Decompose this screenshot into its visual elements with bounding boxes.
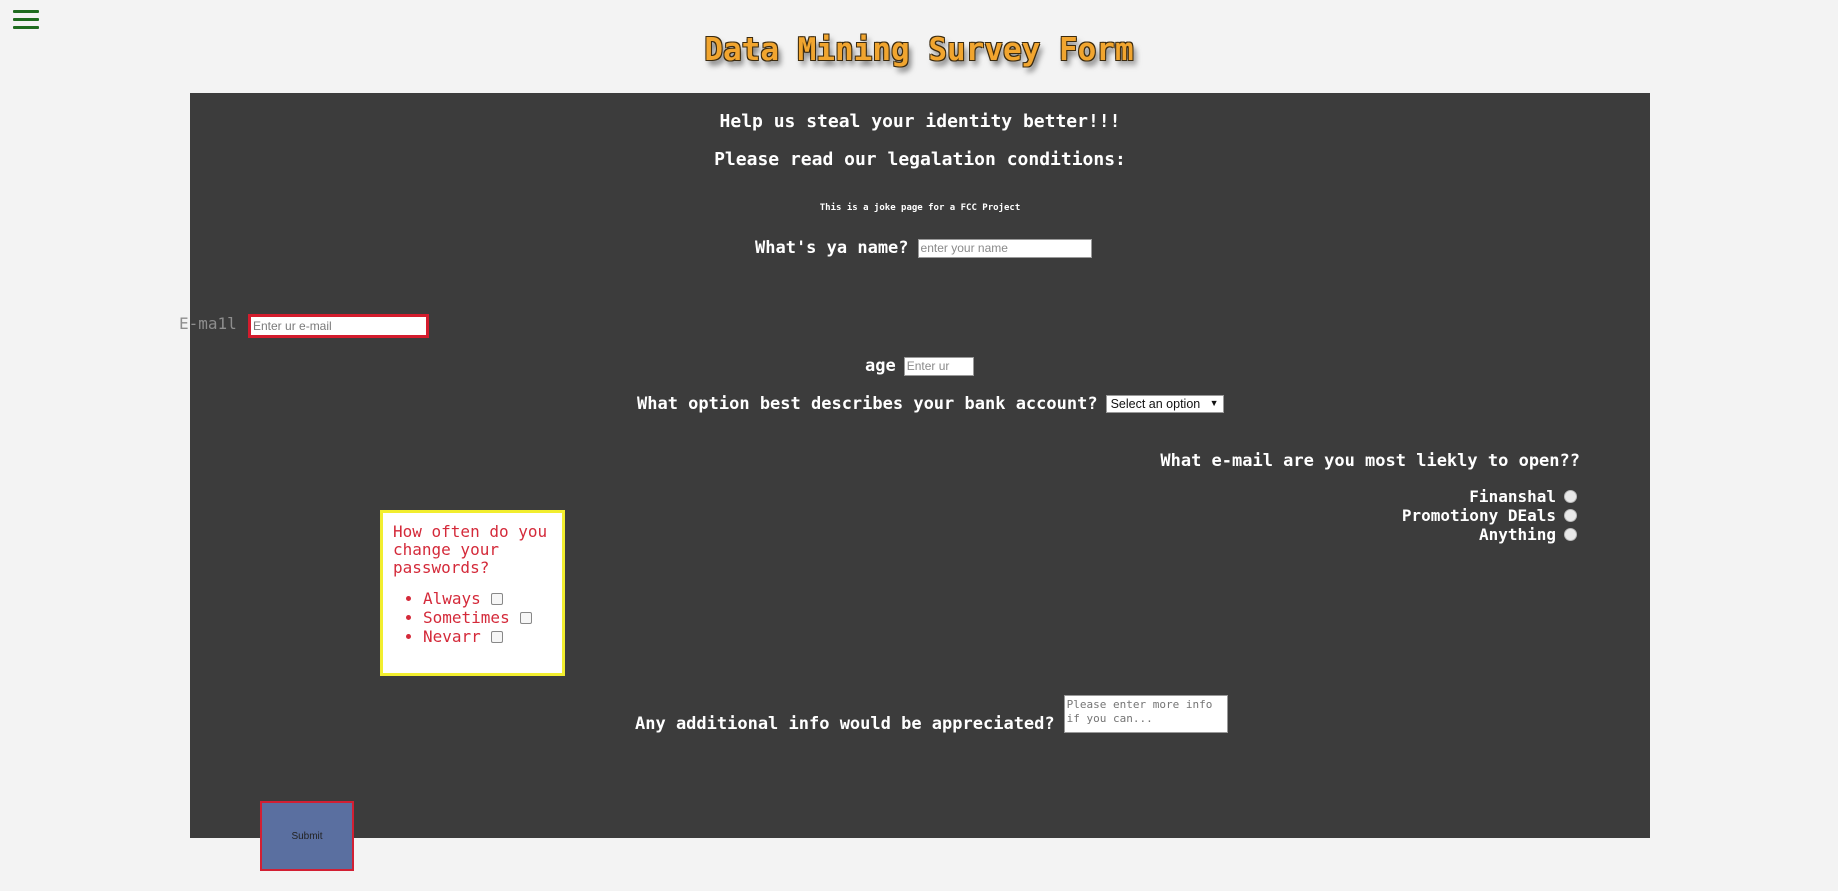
age-label: age xyxy=(865,356,896,376)
radio-label: Finanshal xyxy=(1469,487,1556,506)
radio-option-anything[interactable]: Anything xyxy=(1479,525,1577,544)
list-item: Sometimes xyxy=(423,608,552,627)
email-label: E-ma1l xyxy=(179,314,237,333)
checkbox-label: Nevarr xyxy=(423,627,481,646)
intro-line-2: Please read our legalation conditions: xyxy=(714,149,1126,170)
bank-row: What option best describes your bank acc… xyxy=(637,394,1224,414)
dropdown-arrow-icon: ▼ xyxy=(1209,398,1219,408)
hamburger-menu-icon[interactable] xyxy=(13,10,39,30)
radio-button[interactable] xyxy=(1564,528,1577,541)
info-label: Any additional info would be appreciated… xyxy=(635,714,1055,734)
name-label: What's ya name? xyxy=(755,238,909,258)
password-options-list: Always Sometimes Nevarr xyxy=(393,589,552,646)
submit-button[interactable]: Submit xyxy=(260,801,354,871)
checkbox-nevarr[interactable] xyxy=(490,630,503,643)
info-textarea[interactable] xyxy=(1063,695,1228,733)
checkbox-sometimes[interactable] xyxy=(519,611,532,624)
page-title: Data Mining Survey Form xyxy=(704,32,1134,68)
password-frequency-box: How often do you change your passwords? … xyxy=(380,510,565,676)
email-preference-question: What e-mail are you most liekly to open?… xyxy=(1160,451,1580,471)
checkbox-label: Always xyxy=(423,589,481,608)
age-row: age xyxy=(865,356,974,376)
bank-select-value: Select an option xyxy=(1110,397,1201,411)
info-row: Any additional info would be appreciated… xyxy=(635,695,1228,734)
intro-line-1: Help us steal your identity better!!! xyxy=(719,111,1121,132)
radio-label: Anything xyxy=(1478,525,1556,544)
page: Data Mining Survey Form Help us steal yo… xyxy=(0,0,1838,891)
list-item: Nevarr xyxy=(423,627,552,646)
email-input[interactable] xyxy=(248,314,429,338)
checkbox-label: Sometimes xyxy=(423,608,510,627)
radio-option-promotiony-deals[interactable]: Promotiony DEals xyxy=(1402,506,1577,525)
password-question: How often do you change your passwords? xyxy=(393,522,548,577)
bank-label: What option best describes your bank acc… xyxy=(637,394,1098,414)
joke-note: This is a joke page for a FCC Project xyxy=(819,203,1021,213)
radio-label: Promotiony DEals xyxy=(1401,506,1556,525)
bank-select[interactable]: Select an option ▼ xyxy=(1105,395,1224,413)
radio-button[interactable] xyxy=(1564,509,1577,522)
radio-option-finanshal[interactable]: Finanshal xyxy=(1469,487,1577,506)
checkbox-always[interactable] xyxy=(490,592,503,605)
radio-button[interactable] xyxy=(1564,490,1577,503)
name-row: What's ya name? xyxy=(755,238,1092,258)
list-item: Always xyxy=(423,589,552,608)
name-input[interactable] xyxy=(917,238,1092,258)
age-input[interactable] xyxy=(903,356,974,376)
